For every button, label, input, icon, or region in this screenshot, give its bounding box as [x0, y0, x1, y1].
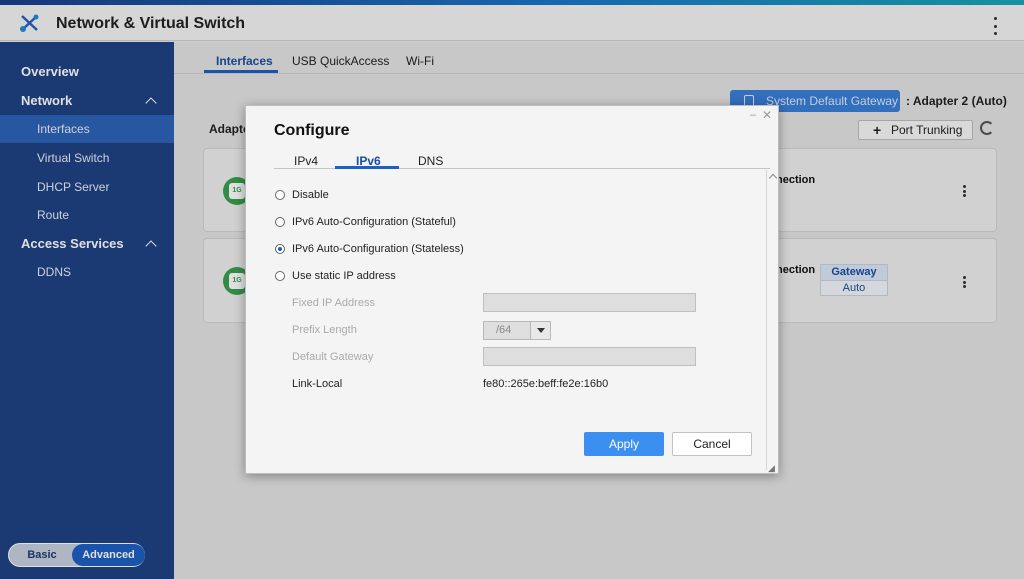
chevron-down-icon[interactable] — [530, 322, 550, 339]
dialog-scrollbar[interactable] — [766, 170, 778, 470]
prefix-length-select[interactable]: /64 — [483, 321, 551, 340]
link-local-label: Link-Local — [292, 378, 343, 390]
dialog-tabs: IPv4 IPv6 DNS — [274, 152, 770, 169]
fixed-ip-input[interactable] — [483, 293, 696, 312]
configure-dialog: Configure – ✕ IPv4 IPv6 DNS Disable IPv6… — [245, 105, 779, 474]
default-gateway-label: Default Gateway — [292, 351, 374, 363]
tab-ipv4[interactable]: IPv4 — [294, 154, 318, 168]
resize-handle-icon[interactable]: ◢ — [768, 463, 775, 474]
radio-label: IPv6 Auto-Configuration (Stateless) — [292, 243, 464, 255]
default-gateway-input[interactable] — [483, 347, 696, 366]
close-icon[interactable]: ✕ — [762, 108, 772, 122]
radio-label: IPv6 Auto-Configuration (Stateful) — [292, 216, 456, 228]
prefix-length-label: Prefix Length — [292, 324, 357, 336]
radio-button-selected[interactable] — [275, 244, 285, 254]
dialog-title: Configure — [274, 122, 350, 139]
link-local-value: fe80::265e:beff:fe2e:16b0 — [483, 378, 609, 390]
apply-button[interactable]: Apply — [584, 432, 664, 456]
radio-label: Use static IP address — [292, 270, 396, 282]
scroll-up-icon[interactable] — [768, 173, 778, 183]
fixed-ip-label: Fixed IP Address — [292, 297, 375, 309]
prefix-length-value: /64 — [496, 324, 512, 336]
radio-button[interactable] — [275, 217, 285, 227]
tab-dns[interactable]: DNS — [418, 154, 443, 168]
cancel-button[interactable]: Cancel — [672, 432, 752, 456]
active-tab-indicator — [335, 166, 399, 169]
radio-button[interactable] — [275, 190, 285, 200]
minimize-icon[interactable]: – — [750, 109, 756, 121]
radio-button[interactable] — [275, 271, 285, 281]
radio-label: Disable — [292, 189, 329, 201]
